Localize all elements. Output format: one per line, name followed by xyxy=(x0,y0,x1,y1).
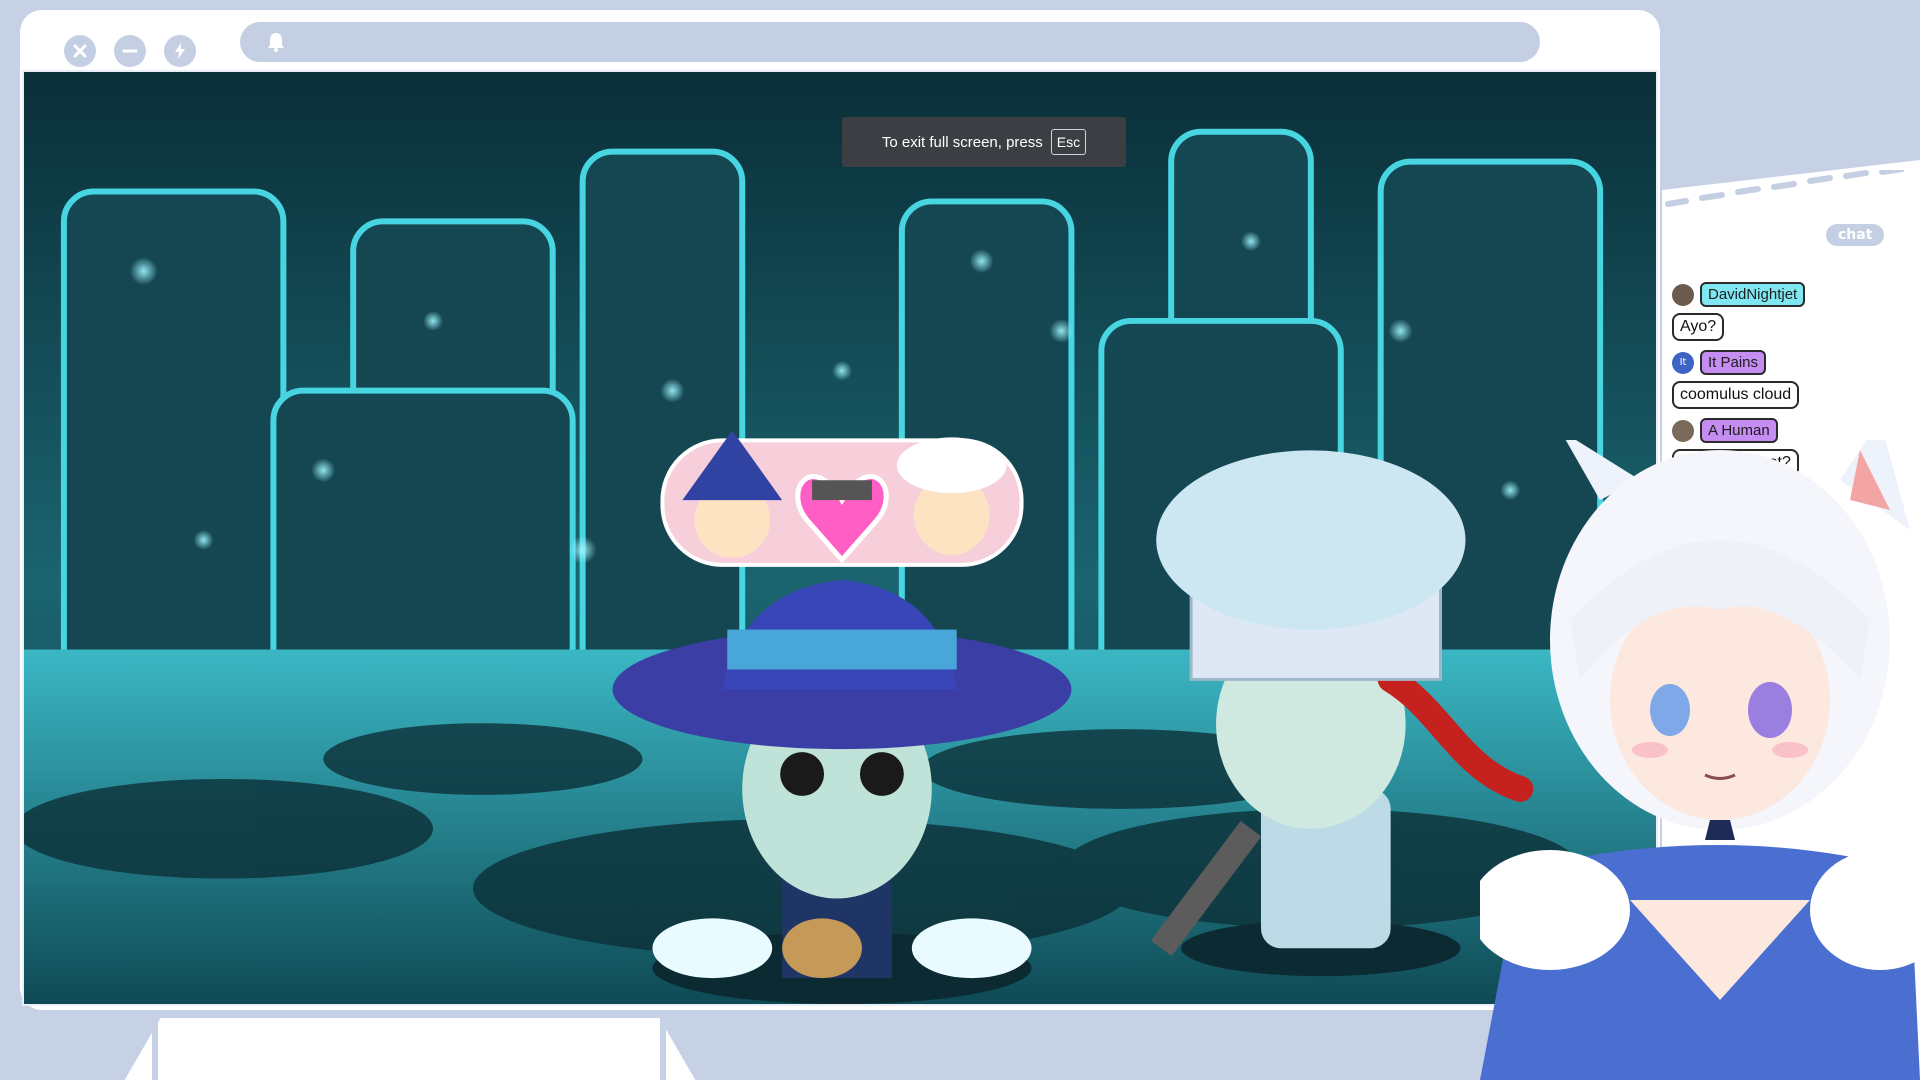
close-button[interactable] xyxy=(64,35,96,67)
chat-message-text: Ayo? xyxy=(1672,313,1725,341)
avatar xyxy=(1672,283,1694,306)
bottom-tab-dash xyxy=(660,1018,666,1080)
bottom-tab-dash xyxy=(152,1018,158,1080)
chat-panel-dashes xyxy=(1665,170,1905,207)
bell-icon xyxy=(268,33,284,52)
close-icon xyxy=(73,44,87,58)
chat-message: It It Pains coomulus cloud xyxy=(1672,350,1800,409)
chat-username: It Pains xyxy=(1700,350,1767,375)
game-scene xyxy=(24,72,1656,1004)
chat-message-text: coomulus cloud xyxy=(1672,381,1800,409)
minus-icon xyxy=(122,49,138,53)
lightning-button[interactable] xyxy=(164,35,196,67)
avatar: It xyxy=(1672,351,1694,374)
avatar xyxy=(1672,419,1694,442)
esc-key: Esc xyxy=(1050,129,1087,155)
game-viewport[interactable]: To exit full screen, press Esc xyxy=(22,70,1658,1006)
minimize-button[interactable] xyxy=(114,35,146,67)
lightning-icon xyxy=(175,43,185,59)
vtuber-avatar xyxy=(1480,440,1920,1080)
bottom-tab xyxy=(120,1018,700,1080)
address-bar[interactable] xyxy=(240,22,1540,62)
chat-message: DavidNightjet Ayo? xyxy=(1672,282,1806,341)
chat-title: chat xyxy=(1826,224,1885,246)
fullscreen-toast: To exit full screen, press Esc xyxy=(842,117,1126,167)
fullscreen-toast-text: To exit full screen, press xyxy=(881,133,1043,151)
relationship-bubble xyxy=(660,430,1024,567)
chat-username: DavidNightjet xyxy=(1700,282,1806,307)
